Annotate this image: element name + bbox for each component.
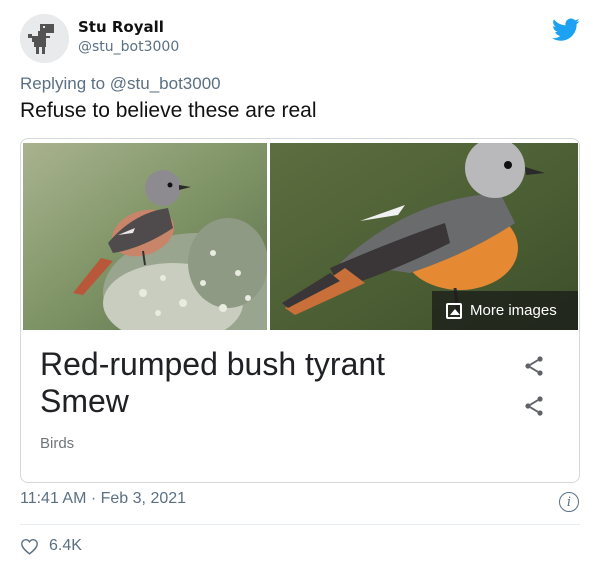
more-images-label: More images xyxy=(470,302,557,319)
like-count: 6.4K xyxy=(49,537,82,554)
bird-image-left[interactable] xyxy=(23,143,267,330)
knowledge-card[interactable]: More images Red-rumped bush tyrant Smew … xyxy=(20,138,580,483)
divider xyxy=(20,524,580,525)
card-title-line1[interactable]: Red-rumped bush tyrant xyxy=(40,346,490,383)
dino-avatar-icon xyxy=(20,14,69,63)
reply-mention-link[interactable]: @stu_bot3000 xyxy=(110,74,221,93)
display-name[interactable]: Stu Royall xyxy=(78,18,164,36)
image-icon xyxy=(446,302,462,319)
card-title-line2[interactable]: Smew xyxy=(40,383,490,420)
avatar[interactable] xyxy=(20,14,69,63)
replying-to-prefix: Replying to xyxy=(20,74,110,93)
more-images-button[interactable]: More images xyxy=(432,291,578,330)
info-icon[interactable]: i xyxy=(559,492,579,512)
share-icon[interactable] xyxy=(522,394,546,418)
handle[interactable]: @stu_bot3000 xyxy=(78,39,179,55)
share-icon[interactable] xyxy=(522,354,546,378)
card-title: Red-rumped bush tyrant Smew xyxy=(40,346,490,420)
tweet: Stu Royall @stu_bot3000 Replying to @stu… xyxy=(0,0,600,571)
replying-to: Replying to @stu_bot3000 xyxy=(20,74,221,94)
like-button[interactable]: 6.4K xyxy=(20,537,82,555)
heart-icon xyxy=(21,538,38,555)
card-subtitle: Birds xyxy=(40,435,75,452)
tweet-timestamp[interactable]: 11:41 AM · Feb 3, 2021 xyxy=(20,490,186,508)
twitter-bird-icon[interactable] xyxy=(552,18,580,42)
tweet-text: Refuse to believe these are real xyxy=(20,99,317,122)
